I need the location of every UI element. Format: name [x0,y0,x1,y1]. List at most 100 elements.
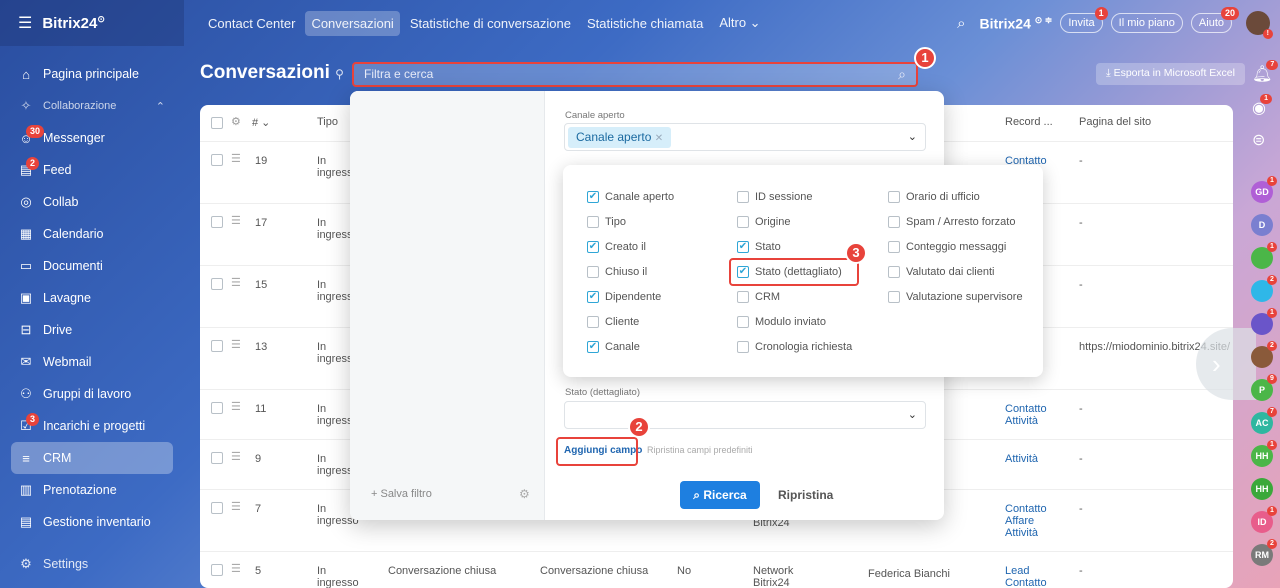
search-button[interactable]: ⌕ Ricerca [680,481,760,509]
row-checkbox[interactable] [211,154,223,166]
copilot-icon[interactable]: ◉ 1 [1252,94,1272,118]
chevron-down-icon[interactable]: ⌄ [908,408,917,421]
drag-handle-icon[interactable]: ☰ [231,214,241,227]
field-option[interactable]: Modulo inviato [737,316,826,328]
drag-handle-icon[interactable]: ☰ [231,450,241,463]
search-icon[interactable]: ⌕ [957,15,965,32]
row-checkbox[interactable] [211,502,223,514]
nav-contact-center[interactable]: Contact Center [202,11,301,36]
chevron-down-icon[interactable]: ⌄ [908,130,917,143]
nav-altro[interactable]: Altro ⌄ [713,10,766,36]
chat-avatar[interactable]: RM 2 [1251,539,1277,566]
sidebar-item-home[interactable]: ⌂ Pagina principale [0,58,173,90]
field-option[interactable]: Valutato dai clienti [888,266,994,278]
row-checkbox[interactable] [211,278,223,290]
row-record[interactable]: Contatto Attività [1005,403,1047,427]
chat-avatar[interactable]: 1 [1251,242,1277,269]
sidebar-item-collab[interactable]: ◎ Collab [0,186,173,218]
field-option[interactable]: Valutazione supervisore [888,291,1023,303]
nav-statistiche-chiamata[interactable]: Statistiche chiamata [581,11,709,36]
checkbox[interactable] [737,341,749,353]
checkbox[interactable] [888,191,900,203]
drag-handle-icon[interactable]: ☰ [231,500,241,513]
row-checkbox[interactable] [211,216,223,228]
reset-fields-link[interactable]: Ripristina campi predefiniti [647,445,753,455]
field-option[interactable]: ✔ Creato il [587,241,646,253]
close-icon[interactable]: ✕ [655,133,663,144]
reset-button[interactable]: Ripristina [778,488,833,502]
field-option[interactable]: CRM [737,291,780,303]
chat-avatar[interactable]: 2 [1251,341,1277,368]
field-option[interactable]: Spam / Arresto forzato [888,216,1015,228]
sidebar-item-feed[interactable]: ▤ 2 Feed [0,154,173,186]
row-checkbox[interactable] [211,452,223,464]
sidebar-item-inventario[interactable]: ▤ Gestione inventario [0,506,173,538]
search-input[interactable]: Filtra e cerca ⌕ [352,62,918,87]
export-excel-button[interactable]: ⤓ Esporta in Microsoft Excel [1096,63,1245,85]
sidebar-item-crm[interactable]: ≡ CRM [11,442,173,474]
field-option[interactable]: ✔ Canale aperto [587,191,674,203]
sidebar-item-lavagne[interactable]: ▣ Lavagne [0,282,173,314]
bell-icon[interactable]: 🔔︎ 7 [1252,60,1279,84]
row-record[interactable]: Contatto Affare Attività [1005,503,1047,539]
checkbox[interactable] [888,266,900,278]
col-num[interactable]: # ⌄ [252,116,270,129]
chat-avatar[interactable]: D [1251,214,1273,236]
save-filter-link[interactable]: + Salva filtro [371,488,432,500]
checkbox[interactable] [888,216,900,228]
row-checkbox[interactable] [211,402,223,414]
row-checkbox[interactable] [211,564,223,576]
select-all-checkbox[interactable] [211,117,223,129]
chat-avatar[interactable]: HH [1251,478,1273,500]
drag-handle-icon[interactable]: ☰ [231,338,241,351]
row-record[interactable]: Attività [1005,453,1038,465]
chat-avatar[interactable]: HH 1 [1251,440,1277,467]
row-checkbox[interactable] [211,340,223,352]
sidebar-item-incarichi[interactable]: ☑ 3 Incarichi e progetti [0,410,173,442]
gear-icon[interactable]: ⚙ [231,115,241,128]
pin-icon[interactable]: ⚲ [335,67,344,81]
drag-handle-icon[interactable]: ☰ [231,276,241,289]
stato-dettagliato-field[interactable]: ⌄ [564,401,926,429]
field-option[interactable]: Cliente [587,316,639,328]
drag-handle-icon[interactable]: ☰ [231,562,241,575]
field-option[interactable]: Chiuso il [587,266,647,278]
checkbox[interactable] [587,266,599,278]
field-option[interactable]: Orario di ufficio [888,191,980,203]
drag-handle-icon[interactable]: ☰ [231,152,241,165]
checkbox[interactable] [888,241,900,253]
field-option[interactable]: Origine [737,216,790,228]
chevron-up-icon[interactable]: ⌃ [156,100,165,113]
field-option[interactable]: ID sessione [737,191,812,203]
search-chat-icon[interactable]: ⊜ [1252,130,1265,150]
field-option[interactable]: ✔ Stato [737,241,781,253]
field-option[interactable]: Tipo [587,216,626,228]
checkbox[interactable]: ✔ [737,241,749,253]
invite-button[interactable]: Invita 1 [1060,7,1108,33]
chat-avatar[interactable]: 2 [1251,275,1277,302]
gear-icon[interactable]: ⚙ [519,487,530,501]
my-plan-button[interactable]: Il mio piano [1110,13,1183,33]
checkbox[interactable] [737,316,749,328]
table-row[interactable]: ☰ 5 In ingresso Conversazione chiusa Con… [200,551,1233,588]
sidebar-item-prenotazione[interactable]: ▥ Prenotazione [0,474,173,506]
checkbox[interactable] [587,216,599,228]
sidebar-item-gruppi[interactable]: ⚇ Gruppi di lavoro [0,378,173,410]
checkbox[interactable]: ✔ [587,291,599,303]
field-option[interactable]: ✔ Dipendente [587,291,661,303]
logo[interactable]: Bitrix24⊙ [42,14,105,32]
nav-conversazioni[interactable]: Conversazioni [305,10,400,36]
checkbox[interactable] [737,291,749,303]
col-record[interactable]: Record ... [1005,116,1053,128]
sidebar-item-collaborazione[interactable]: ✧ Collaborazione ⌃ [0,90,173,122]
col-pagina[interactable]: Pagina del sito [1079,116,1151,128]
nav-statistiche-conversazione[interactable]: Statistiche di conversazione [404,11,577,36]
checkbox[interactable]: ✔ [587,241,599,253]
row-record[interactable]: Lead Contatto [1005,565,1047,588]
chat-avatar[interactable]: ID 1 [1251,506,1277,533]
checkbox[interactable]: ✔ [587,191,599,203]
drag-handle-icon[interactable]: ☰ [231,400,241,413]
sidebar-item-documenti[interactable]: ▭ Documenti [0,250,173,282]
checkbox[interactable]: ✔ [587,341,599,353]
field-option[interactable]: ✔ Canale [587,341,640,353]
